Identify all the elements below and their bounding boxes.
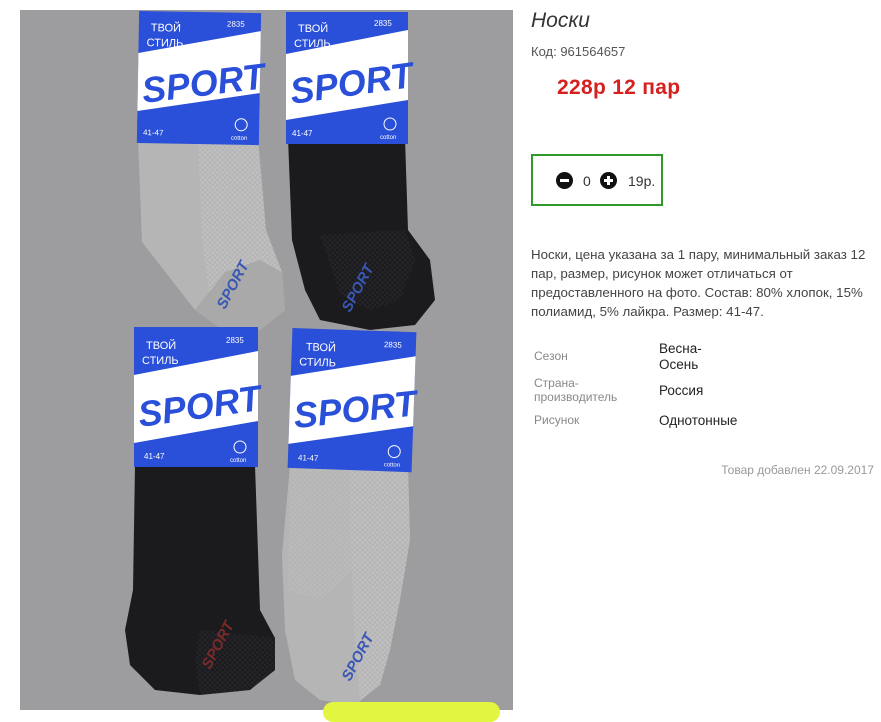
quantity-value: 0 — [583, 173, 591, 189]
attribute-label: Рисунок — [534, 413, 580, 427]
svg-text:cotton: cotton — [231, 136, 247, 142]
svg-text:СТИЛЬ: СТИЛЬ — [146, 37, 183, 50]
attribute-value: Весна-Осень — [659, 341, 702, 372]
minus-circle-icon[interactable] — [556, 172, 573, 189]
svg-text:cotton: cotton — [380, 135, 396, 141]
attribute-label: Сезон — [534, 349, 568, 363]
attribute-label: Страна-производитель — [534, 376, 618, 404]
svg-text:2835: 2835 — [374, 19, 392, 28]
svg-text:ТВОЙ: ТВОЙ — [146, 339, 176, 352]
product-price: 228р 12 пар — [557, 76, 681, 99]
add-to-cart-button[interactable] — [323, 702, 500, 722]
product-photo[interactable]: SPORT SPORT SPORT SPORT ТВОЙ СТИЛЬ 2835 … — [20, 10, 513, 710]
svg-text:2835: 2835 — [384, 340, 403, 350]
svg-text:ТВОЙ: ТВОЙ — [298, 22, 328, 35]
svg-text:СТИЛЬ: СТИЛЬ — [142, 355, 179, 367]
svg-text:cotton: cotton — [230, 458, 246, 464]
svg-text:2835: 2835 — [226, 336, 244, 345]
svg-text:41-47: 41-47 — [144, 452, 165, 461]
svg-text:41-47: 41-47 — [298, 453, 319, 463]
added-date: Товар добавлен 22.09.2017 — [721, 463, 874, 477]
svg-text:41-47: 41-47 — [143, 128, 164, 137]
sock-label-top-left: ТВОЙ СТИЛЬ 2835 SPORT 41-47 cotton — [136, 10, 270, 146]
sock-label-top-right: ТВОЙ СТИЛЬ 2835 SPORT 41-47 cotton — [286, 12, 418, 144]
svg-text:ТВОЙ: ТВОЙ — [151, 21, 181, 35]
attribute-value: Россия — [659, 383, 704, 398]
product-description: Носки, цена указана за 1 пару, минимальн… — [531, 247, 866, 319]
product-sku: Код: 961564657 — [531, 44, 626, 59]
svg-text:41-47: 41-47 — [292, 129, 313, 138]
svg-text:СТИЛЬ: СТИЛЬ — [294, 38, 331, 50]
sock-label-bottom-left: ТВОЙ СТИЛЬ 2835 SPORT 41-47 cotton — [134, 327, 266, 467]
product-title: Носки — [531, 9, 590, 32]
socks-image: SPORT SPORT SPORT SPORT ТВОЙ СТИЛЬ 2835 … — [20, 10, 513, 710]
svg-text:cotton: cotton — [384, 462, 401, 469]
sock-label-bottom-right: ТВОЙ СТИЛЬ 2835 SPORT 41-47 cotton — [287, 327, 422, 473]
svg-text:ТВОЙ: ТВОЙ — [306, 340, 337, 354]
unit-price: 19р. — [628, 173, 656, 189]
quantity-stepper: 0 19р. — [531, 154, 663, 206]
svg-text:2835: 2835 — [227, 19, 246, 28]
attribute-value: Однотонные — [659, 413, 738, 428]
svg-text:СТИЛЬ: СТИЛЬ — [299, 356, 336, 369]
product-info: Носки Код: 961564657 228р 12 пар 0 19р. … — [530, 0, 875, 710]
plus-circle-icon[interactable] — [600, 172, 617, 189]
sock-bottom-left: SPORT — [125, 465, 275, 695]
